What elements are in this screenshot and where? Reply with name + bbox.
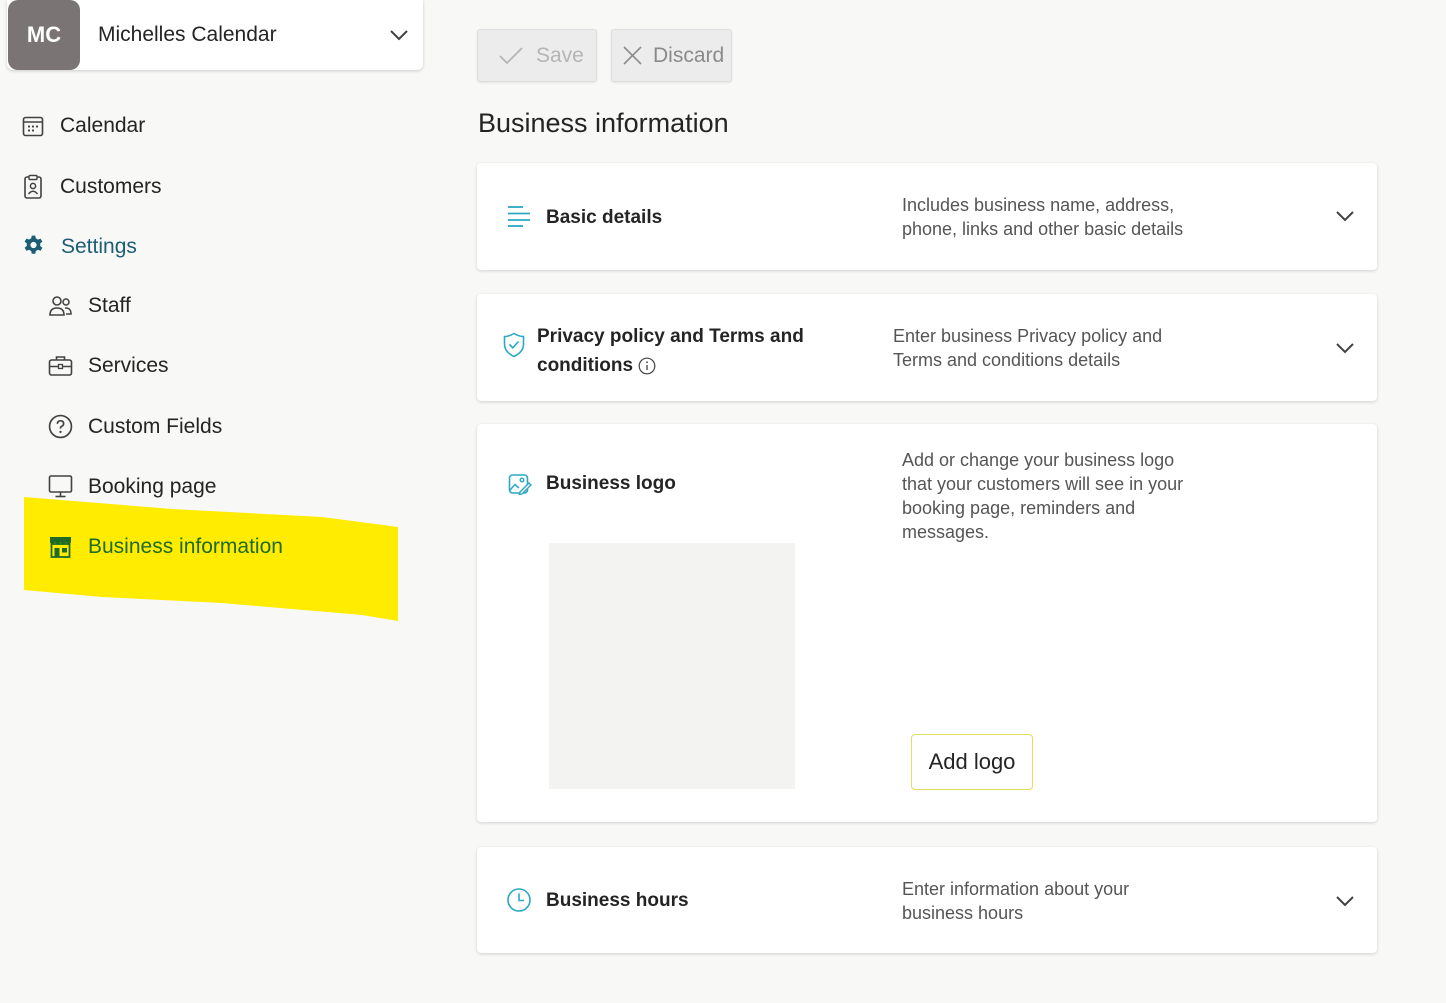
clipboard-person-icon: [24, 174, 42, 199]
question-circle-icon: [48, 414, 73, 439]
sidebar-item-label: Settings: [61, 234, 137, 258]
sidebar-item-booking-page[interactable]: Booking page: [48, 474, 216, 499]
gear-icon: [24, 235, 43, 254]
chevron-down-icon: [390, 30, 408, 41]
title-line-text: conditions: [537, 355, 634, 376]
checkmark-icon: [499, 46, 523, 64]
chevron-down-icon[interactable]: [1335, 342, 1355, 354]
sidebar-item-label: Calendar: [60, 114, 146, 137]
desc-line: Enter information about your: [902, 879, 1130, 899]
chevron-down-icon[interactable]: [1335, 210, 1355, 222]
chevron-down-icon[interactable]: [1335, 895, 1355, 907]
page-title: Business information: [478, 108, 729, 138]
desc-line: business hours: [902, 903, 1024, 923]
privacy-policy-desc: Enter business Privacy policy and Terms …: [893, 324, 1162, 372]
save-button[interactable]: Save: [477, 29, 597, 82]
sidebar-item-staff[interactable]: Staff: [48, 294, 131, 318]
people-icon: [49, 296, 72, 316]
basic-details-title: Basic details: [546, 207, 663, 228]
add-logo-button[interactable]: Add logo: [911, 734, 1033, 790]
desc-line: phone, links and other basic details: [902, 219, 1184, 239]
store-icon: [50, 537, 71, 558]
close-icon: [623, 46, 642, 65]
business-logo-desc: Add or change your business logo that yo…: [902, 448, 1183, 544]
title-line: conditions: [537, 351, 804, 380]
sidebar-item-customers[interactable]: Customers: [21, 174, 162, 200]
privacy-policy-card[interactable]: Privacy policy and Terms and conditions …: [477, 294, 1377, 401]
monitor-icon: [48, 475, 73, 498]
sidebar-item-label: Services: [88, 354, 169, 377]
business-hours-title: Business hours: [546, 890, 689, 911]
clock-icon: [507, 888, 531, 912]
sidebar-item-label: Staff: [88, 294, 131, 317]
desc-line: messages.: [902, 522, 990, 542]
business-logo-title: Business logo: [546, 473, 676, 494]
basic-details-desc: Includes business name, address, phone, …: [902, 193, 1183, 241]
sidebar-item-custom-fields[interactable]: Custom Fields: [48, 414, 222, 439]
sidebar-item-label: Customers: [60, 175, 162, 198]
sidebar-item-label: Custom Fields: [88, 414, 223, 438]
text-lines-icon: [508, 206, 530, 227]
desc-line: that your customers will see in your: [902, 474, 1184, 494]
save-label: Save: [536, 43, 584, 67]
privacy-policy-title: Privacy policy and Terms and conditions: [537, 322, 804, 380]
title-line: Privacy policy and Terms and: [537, 326, 804, 347]
calendar-switcher[interactable]: MC Michelles Calendar: [7, 0, 423, 70]
desc-line: booking page, reminders and: [902, 498, 1136, 518]
desc-line: Add or change your business logo: [902, 450, 1175, 470]
business-hours-desc: Enter information about your business ho…: [902, 877, 1129, 925]
business-logo-card: Business logo Add or change your busines…: [477, 424, 1377, 822]
info-icon[interactable]: [638, 357, 656, 375]
shield-check-icon: [503, 332, 525, 358]
sidebar-item-services[interactable]: Services: [48, 354, 169, 378]
business-hours-card[interactable]: Business hours Enter information about y…: [477, 847, 1377, 953]
sidebar-item-label: Business information: [88, 534, 283, 558]
logo-placeholder: [549, 543, 795, 789]
briefcase-icon: [48, 356, 73, 376]
calendar-icon: [22, 116, 44, 137]
discard-button[interactable]: Discard: [611, 29, 732, 82]
sidebar-item-label: Booking page: [88, 474, 217, 498]
image-edit-icon: [508, 474, 532, 496]
desc-line: Includes business name, address,: [902, 195, 1175, 215]
highlight-mark: [24, 497, 398, 621]
desc-line: Enter business Privacy policy and: [893, 326, 1163, 346]
sidebar-item-settings[interactable]: Settings: [21, 234, 137, 259]
basic-details-card[interactable]: Basic details Includes business name, ad…: [477, 163, 1377, 270]
sidebar-item-calendar[interactable]: Calendar: [21, 114, 145, 138]
sidebar-item-business-information[interactable]: Business information: [48, 534, 283, 559]
avatar: MC: [8, 0, 80, 70]
desc-line: Terms and conditions details: [893, 350, 1121, 370]
discard-label: Discard: [653, 43, 725, 67]
calendar-name: Michelles Calendar: [98, 23, 277, 46]
